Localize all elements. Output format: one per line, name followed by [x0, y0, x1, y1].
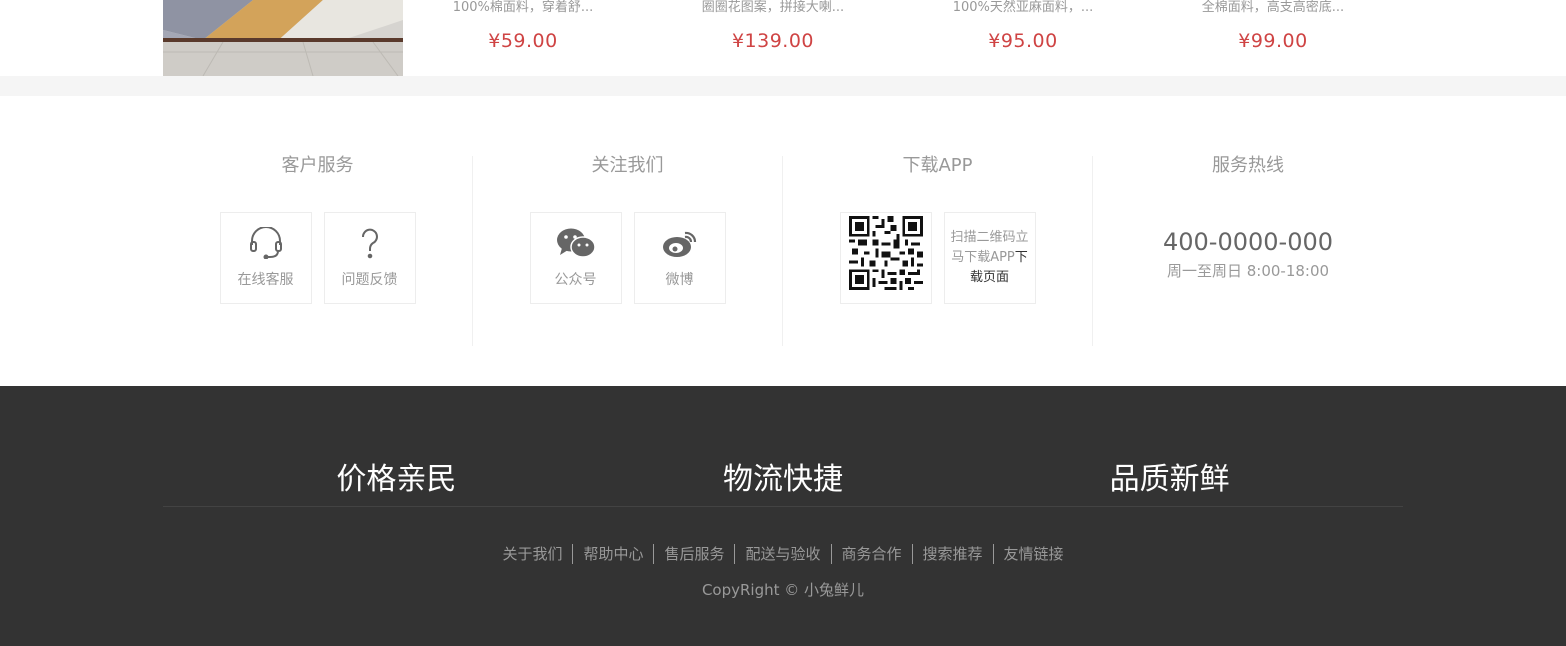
product-strip: 100%棉面料，穿着舒... ¥59.00 圈圈花图案，拼接大喇... ¥139… [0, 0, 1566, 76]
headset-icon [249, 227, 282, 259]
product-desc: 100%天然亚麻面料，... [952, 0, 1094, 15]
wechat-label: 公众号 [554, 272, 597, 288]
wechat-icon [556, 228, 596, 258]
download-app-column: 下载APP 扫描二维码立马下载APP下载页面 [783, 156, 1093, 346]
footer-link-search[interactable]: 搜索推荐 [911, 544, 993, 564]
section-gap [0, 76, 1566, 96]
product-desc: 全棉面料，高支高密底... [1201, 0, 1345, 15]
copyright: CopyRight © 小兔鲜儿 [701, 581, 865, 599]
footer-links: 关于我们 帮助中心 售后服务 配送与验收 商务合作 搜索推荐 友情链接 [163, 544, 1403, 564]
weibo-button[interactable]: 微博 [633, 212, 726, 304]
slogan-price: 价格亲民 [336, 462, 457, 497]
footer-link-about[interactable]: 关于我们 [492, 544, 572, 564]
footer-link-business[interactable]: 商务合作 [830, 544, 912, 564]
product-price: ¥139.00 [731, 30, 815, 52]
product-card[interactable]: 全棉面料，高支高密底... ¥99.00 [1153, 0, 1393, 52]
follow-us-column: 关注我们 公众号 微博 [473, 156, 783, 346]
footer-link-help[interactable]: 帮助中心 [572, 544, 653, 564]
product-desc: 100%棉面料，穿着舒... [452, 0, 594, 15]
slogan-logistics: 物流快捷 [722, 462, 843, 497]
feedback-button[interactable]: 问题反馈 [323, 212, 416, 304]
app-download-tip: 扫描二维码立马下载APP下载页面 [943, 212, 1036, 304]
app-qr-code [839, 212, 932, 304]
hotline-hours: 周一至周日 8:00-18:00 [1166, 262, 1330, 280]
hotline-column: 服务热线 400-0000-000 周一至周日 8:00-18:00 [1093, 156, 1403, 346]
slogan-quality: 品质新鲜 [1109, 462, 1230, 497]
customer-service-title: 客户服务 [281, 155, 354, 176]
wechat-account-button[interactable]: 公众号 [529, 212, 622, 304]
customer-service-column: 客户服务 在线客服 问题反馈 [163, 156, 473, 346]
product-card[interactable]: 圈圈花图案，拼接大喇... ¥139.00 [653, 0, 893, 52]
product-price: ¥99.00 [1238, 30, 1308, 52]
weibo-label: 微博 [665, 272, 694, 288]
weibo-icon [662, 231, 696, 257]
hotline-title: 服务热线 [1212, 155, 1284, 176]
online-service-label: 在线客服 [237, 272, 294, 288]
footer-link-friends[interactable]: 友情链接 [992, 544, 1074, 564]
question-icon [361, 228, 378, 259]
footer-link-delivery[interactable]: 配送与验收 [734, 544, 830, 564]
product-desc: 圈圈花图案，拼接大喇... [701, 0, 845, 15]
footer-link-after-sales[interactable]: 售后服务 [653, 544, 734, 564]
product-card[interactable]: 100%棉面料，穿着舒... ¥59.00 [403, 0, 643, 52]
banner-image[interactable] [163, 0, 403, 76]
slogan-bar: 价格亲民 物流快捷 品质新鲜 [163, 460, 1403, 507]
follow-us-title: 关注我们 [591, 155, 664, 176]
product-card[interactable]: 100%天然亚麻面料，... ¥95.00 [903, 0, 1143, 52]
product-price: ¥59.00 [488, 30, 558, 52]
contact-section: 客户服务 在线客服 问题反馈 关注我们 公众号 微博 下载APP 扫描二维码立马… [0, 96, 1566, 386]
feedback-label: 问题反馈 [341, 272, 398, 288]
product-price: ¥95.00 [988, 30, 1058, 52]
online-service-button[interactable]: 在线客服 [219, 212, 312, 304]
site-footer: 价格亲民 物流快捷 品质新鲜 关于我们 帮助中心 售后服务 配送与验收 商务合作… [0, 386, 1566, 646]
hotline-number: 400-0000-000 [1162, 228, 1333, 256]
download-app-title: 下载APP [902, 155, 973, 176]
